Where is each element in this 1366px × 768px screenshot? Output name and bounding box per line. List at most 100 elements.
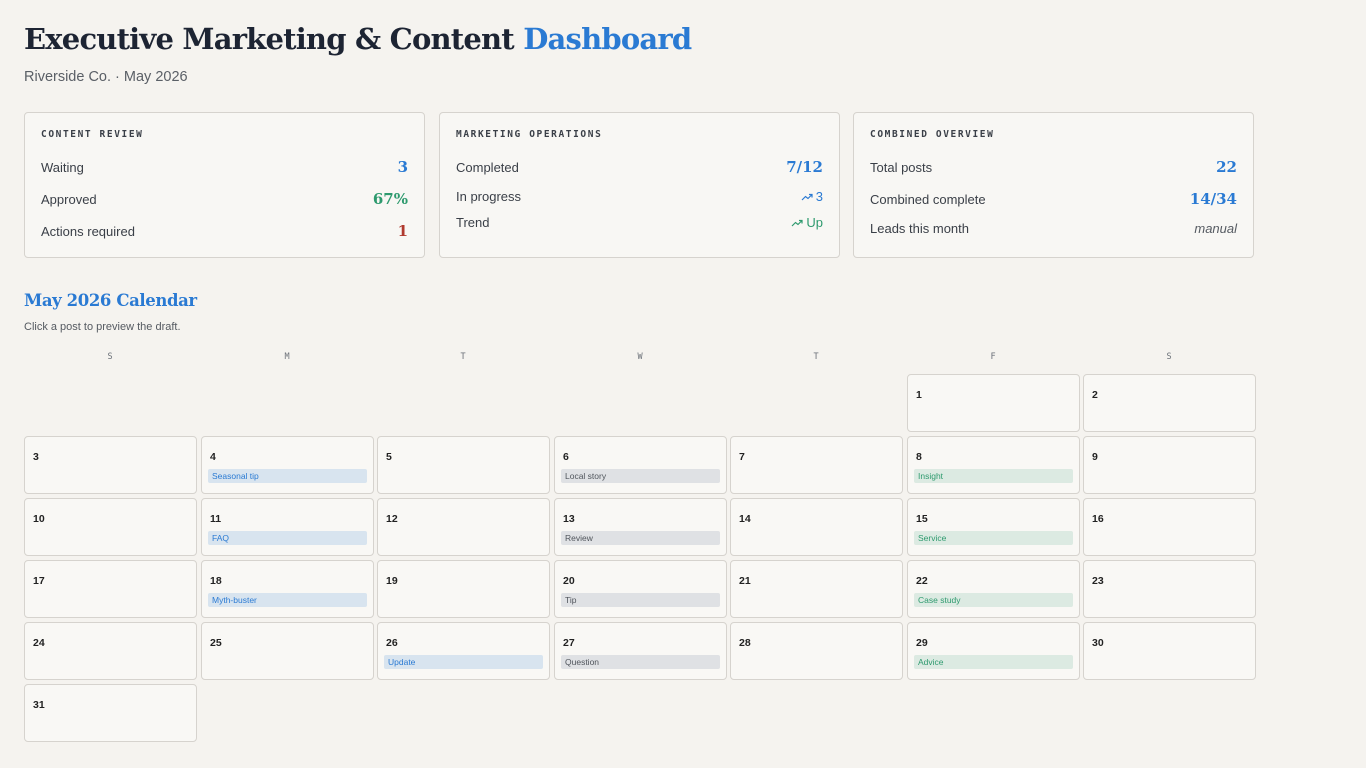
stat-value: 1 <box>397 222 408 240</box>
calendar-day-14: 14 <box>730 498 903 556</box>
weekday-label: S <box>1166 352 1172 362</box>
stat-label: Actions required <box>41 223 135 239</box>
calendar-day-30: 30 <box>1083 622 1256 680</box>
stat-row-in-progress: In progress 3 <box>456 186 823 206</box>
day-number: 3 <box>33 451 39 463</box>
post-chip[interactable]: Service <box>914 531 1073 545</box>
day-number: 7 <box>739 451 745 463</box>
stat-label: Waiting <box>41 159 84 175</box>
stat-label: Leads this month <box>870 220 970 236</box>
calendar-day-2: 2 <box>1083 374 1256 432</box>
day-number: 17 <box>33 575 45 587</box>
day-number: 20 <box>563 575 575 587</box>
weekday-label: S <box>107 352 113 362</box>
stat-value: manual <box>1194 220 1237 236</box>
post-chip[interactable]: Tip <box>561 593 720 607</box>
calendar-day-29: 29 Advice <box>907 622 1080 680</box>
post-chip[interactable]: Question <box>561 655 720 669</box>
calendar-day-25: 25 <box>201 622 374 680</box>
card-title: MARKETING OPERATIONS <box>456 129 603 140</box>
day-number: 4 <box>210 451 216 463</box>
weekday-label: T <box>460 352 466 362</box>
calendar-day-22: 22 Case study <box>907 560 1080 618</box>
stat-value: 3 <box>397 158 408 176</box>
day-number: 22 <box>916 575 928 587</box>
trend-up-icon <box>791 219 803 226</box>
stat-row-waiting: Waiting 3 <box>41 157 408 177</box>
card-title: CONTENT REVIEW <box>41 129 144 140</box>
marketing-operations-card: MARKETING OPERATIONS Completed 7/12 In p… <box>439 112 840 258</box>
stat-value: Up <box>806 214 823 230</box>
calendar-day-17: 17 <box>24 560 197 618</box>
calendar-day-8: 8 Insight <box>907 436 1080 494</box>
day-number: 14 <box>739 513 751 525</box>
day-number: 16 <box>1092 513 1104 525</box>
stat-label: In progress <box>456 188 522 204</box>
page-title-main: Executive Marketing & Content <box>24 22 515 56</box>
day-number: 9 <box>1092 451 1098 463</box>
day-number: 21 <box>739 575 751 587</box>
calendar-day-12: 12 <box>377 498 550 556</box>
calendar-day-4: 4 Seasonal tip <box>201 436 374 494</box>
calendar-day-31: 31 <box>24 684 197 742</box>
day-number: 13 <box>563 513 575 525</box>
calendar-hint: Click a post to preview the draft. <box>24 321 181 333</box>
calendar-day-1: 1 <box>907 374 1080 432</box>
day-number: 31 <box>33 699 45 711</box>
calendar-day-26: 26 Update <box>377 622 550 680</box>
stat-value: 14/34 <box>1189 190 1237 208</box>
stat-value-wrap: 3 <box>801 189 823 204</box>
post-chip[interactable]: Case study <box>914 593 1073 607</box>
day-number: 1 <box>916 389 922 401</box>
day-number: 23 <box>1092 575 1104 587</box>
post-chip[interactable]: Update <box>384 655 543 669</box>
stat-value-wrap: Up <box>791 215 823 230</box>
day-number: 24 <box>33 637 45 649</box>
day-number: 11 <box>210 513 222 525</box>
calendar-day-9: 9 <box>1083 436 1256 494</box>
combined-overview-card: COMBINED OVERVIEW Total posts 22 Combine… <box>853 112 1254 258</box>
weekday-label: W <box>637 352 643 362</box>
calendar-day-23: 23 <box>1083 560 1256 618</box>
stat-row-combined-complete: Combined complete 14/34 <box>870 189 1237 209</box>
post-chip[interactable]: Local story <box>561 469 720 483</box>
calendar-day-15: 15 Service <box>907 498 1080 556</box>
stat-value: 7/12 <box>786 158 823 176</box>
calendar-day-10: 10 <box>24 498 197 556</box>
calendar-day-5: 5 <box>377 436 550 494</box>
stat-row-trend: Trend Up <box>456 212 823 232</box>
content-review-card: CONTENT REVIEW Waiting 3 Approved 67% Ac… <box>24 112 425 258</box>
stat-row-approved: Approved 67% <box>41 189 408 209</box>
post-chip[interactable]: Insight <box>914 469 1073 483</box>
stat-label: Combined complete <box>870 191 986 207</box>
calendar-title: May 2026 Calendar <box>24 291 197 310</box>
day-number: 5 <box>386 451 392 463</box>
page-title-accent: Dashboard <box>523 22 692 56</box>
day-number: 18 <box>210 575 222 587</box>
stat-row-completed: Completed 7/12 <box>456 157 823 177</box>
calendar-day-13: 13 Review <box>554 498 727 556</box>
stat-row-leads-this-month: Leads this month manual <box>870 218 1237 238</box>
weekday-label: M <box>284 352 290 362</box>
weekday-label: T <box>813 352 819 362</box>
calendar-day-11: 11 FAQ <box>201 498 374 556</box>
day-number: 29 <box>916 637 928 649</box>
stat-row-total-posts: Total posts 22 <box>870 157 1237 177</box>
post-chip[interactable]: Seasonal tip <box>208 469 367 483</box>
day-number: 27 <box>563 637 575 649</box>
day-number: 6 <box>563 451 569 463</box>
day-number: 25 <box>210 637 222 649</box>
trend-up-icon <box>801 193 813 200</box>
day-number: 28 <box>739 637 751 649</box>
post-chip[interactable]: FAQ <box>208 531 367 545</box>
post-chip[interactable]: Myth-buster <box>208 593 367 607</box>
post-chip[interactable]: Review <box>561 531 720 545</box>
day-number: 8 <box>916 451 922 463</box>
page-title: Executive Marketing & Content Dashboard <box>24 22 692 56</box>
post-chip[interactable]: Advice <box>914 655 1073 669</box>
calendar-day-28: 28 <box>730 622 903 680</box>
calendar-day-7: 7 <box>730 436 903 494</box>
weekday-label: F <box>990 352 996 362</box>
stat-label: Total posts <box>870 159 933 175</box>
day-number: 19 <box>386 575 398 587</box>
